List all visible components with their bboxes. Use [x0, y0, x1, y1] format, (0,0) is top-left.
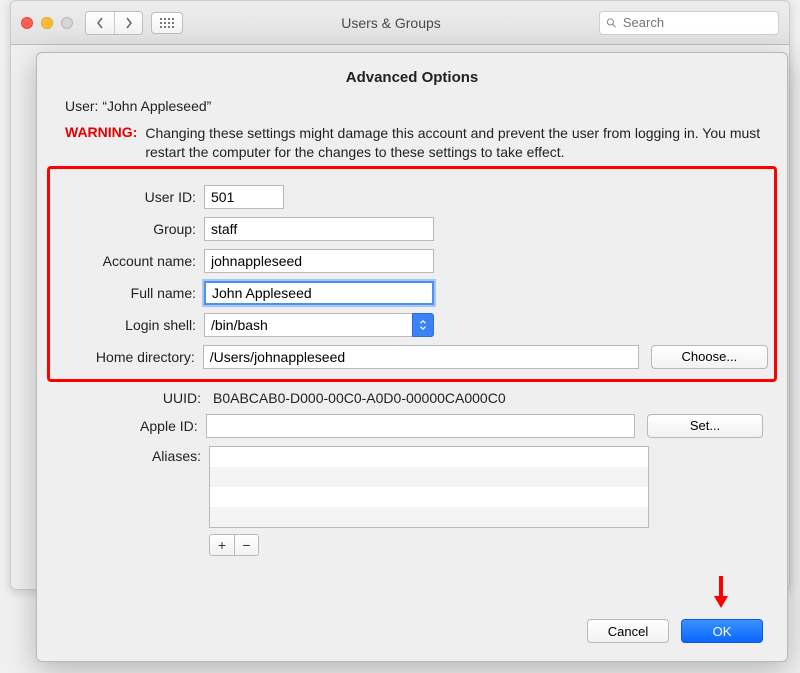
user-name-value: “John Appleseed”	[102, 98, 211, 114]
account-name-label: Account name:	[56, 253, 204, 269]
back-button[interactable]	[86, 12, 114, 34]
titlebar: Users & Groups	[11, 1, 789, 45]
warning-text: Changing these settings might damage thi…	[145, 124, 763, 162]
full-name-label: Full name:	[56, 285, 204, 301]
zoom-window-button[interactable]	[61, 17, 73, 29]
remove-alias-button[interactable]: −	[234, 535, 258, 555]
aliases-list[interactable]	[209, 446, 649, 528]
user-id-label: User ID:	[56, 189, 204, 205]
down-arrow-icon	[711, 574, 731, 610]
login-shell-select[interactable]	[204, 313, 434, 337]
choose-home-dir-button[interactable]: Choose...	[651, 345, 768, 369]
apple-id-label: Apple ID:	[61, 418, 206, 434]
show-all-button[interactable]	[151, 12, 183, 34]
minimize-window-button[interactable]	[41, 17, 53, 29]
uuid-label: UUID:	[61, 390, 209, 406]
group-input[interactable]	[204, 217, 434, 241]
user-id-input[interactable]	[204, 185, 284, 209]
arrow-annotation	[711, 574, 731, 615]
user-line: User: “John Appleseed”	[65, 98, 763, 114]
set-apple-id-button[interactable]: Set...	[647, 414, 763, 438]
full-name-input[interactable]	[204, 281, 434, 305]
advanced-options-sheet: Advanced Options User: “John Appleseed” …	[36, 52, 788, 662]
chevron-left-icon	[96, 17, 104, 29]
alias-add-remove: + −	[209, 534, 259, 556]
chevron-right-icon	[125, 17, 133, 29]
sheet-title: Advanced Options	[61, 69, 763, 86]
home-dir-input[interactable]	[203, 345, 639, 369]
search-icon	[606, 17, 617, 29]
home-dir-label: Home directory:	[56, 349, 203, 365]
login-shell-label: Login shell:	[56, 317, 204, 333]
forward-button[interactable]	[114, 12, 142, 34]
warning-label: WARNING:	[65, 124, 137, 162]
cancel-button[interactable]: Cancel	[587, 619, 669, 643]
footer-buttons: Cancel OK	[587, 619, 763, 643]
account-name-input[interactable]	[204, 249, 434, 273]
window-title: Users & Groups	[183, 15, 599, 31]
chevron-up-down-icon	[418, 320, 428, 330]
search-input[interactable]	[621, 14, 772, 31]
close-window-button[interactable]	[21, 17, 33, 29]
nav-back-forward	[85, 11, 143, 35]
grid-icon	[160, 18, 174, 28]
user-label: User:	[65, 98, 102, 114]
login-shell-dropdown-button[interactable]	[412, 313, 434, 337]
search-field-wrap[interactable]	[599, 11, 779, 35]
group-label: Group:	[56, 221, 204, 237]
aliases-label: Aliases:	[61, 446, 209, 464]
traffic-lights	[21, 17, 73, 29]
ok-button[interactable]: OK	[681, 619, 763, 643]
uuid-value: B0ABCAB0-D000-00C0-A0D0-00000CA000C0	[209, 390, 506, 406]
highlight-annotation: User ID: Group: Account name: Full name:…	[47, 166, 777, 382]
warning-block: WARNING: Changing these settings might d…	[65, 124, 763, 162]
add-alias-button[interactable]: +	[210, 535, 234, 555]
login-shell-value[interactable]	[204, 313, 412, 337]
apple-id-input[interactable]	[206, 414, 636, 438]
